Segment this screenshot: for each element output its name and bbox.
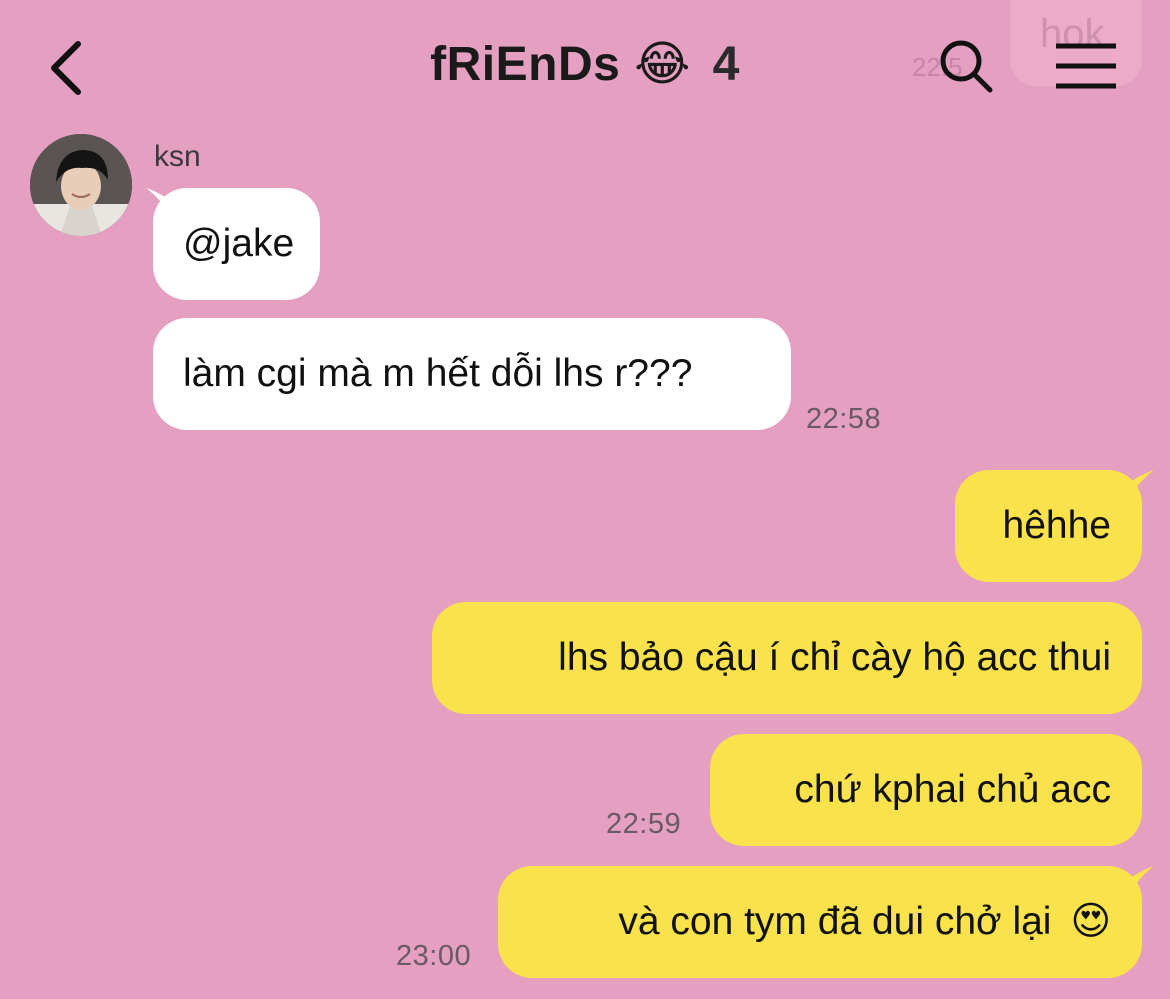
outgoing-message[interactable]: và con tym đã dui chở lại 😍	[498, 866, 1142, 978]
menu-icon	[1056, 43, 1116, 89]
outgoing-message[interactable]: lhs bảo cậu í chỉ cày hộ acc thui	[432, 602, 1142, 714]
sender-name: ksn	[154, 140, 201, 173]
menu-button[interactable]	[1054, 42, 1118, 92]
avatar-image	[30, 134, 132, 236]
chat-header: fRiEnDs 😂 4	[0, 0, 1170, 130]
outgoing-message[interactable]: hêhhe	[955, 470, 1142, 582]
search-button[interactable]	[936, 36, 996, 96]
title-emoji: 😂	[634, 36, 691, 92]
incoming-message[interactable]: @jake	[153, 188, 320, 300]
message-timestamp: 22:59	[606, 808, 682, 840]
heart-eyes-emoji: 😍	[1070, 899, 1111, 944]
message-timestamp: 23:00	[396, 940, 472, 972]
member-count: 4	[712, 38, 740, 91]
incoming-message[interactable]: làm cgi mà m hết dỗi lhs r???	[153, 318, 791, 430]
message-text: và con tym đã dui chở lại	[618, 900, 1052, 943]
outgoing-message[interactable]: chứ kphai chủ acc	[710, 734, 1142, 846]
avatar[interactable]	[30, 134, 132, 236]
search-icon	[940, 40, 993, 93]
message-timestamp: 22:58	[806, 403, 882, 435]
group-name: fRiEnDs	[430, 38, 621, 91]
